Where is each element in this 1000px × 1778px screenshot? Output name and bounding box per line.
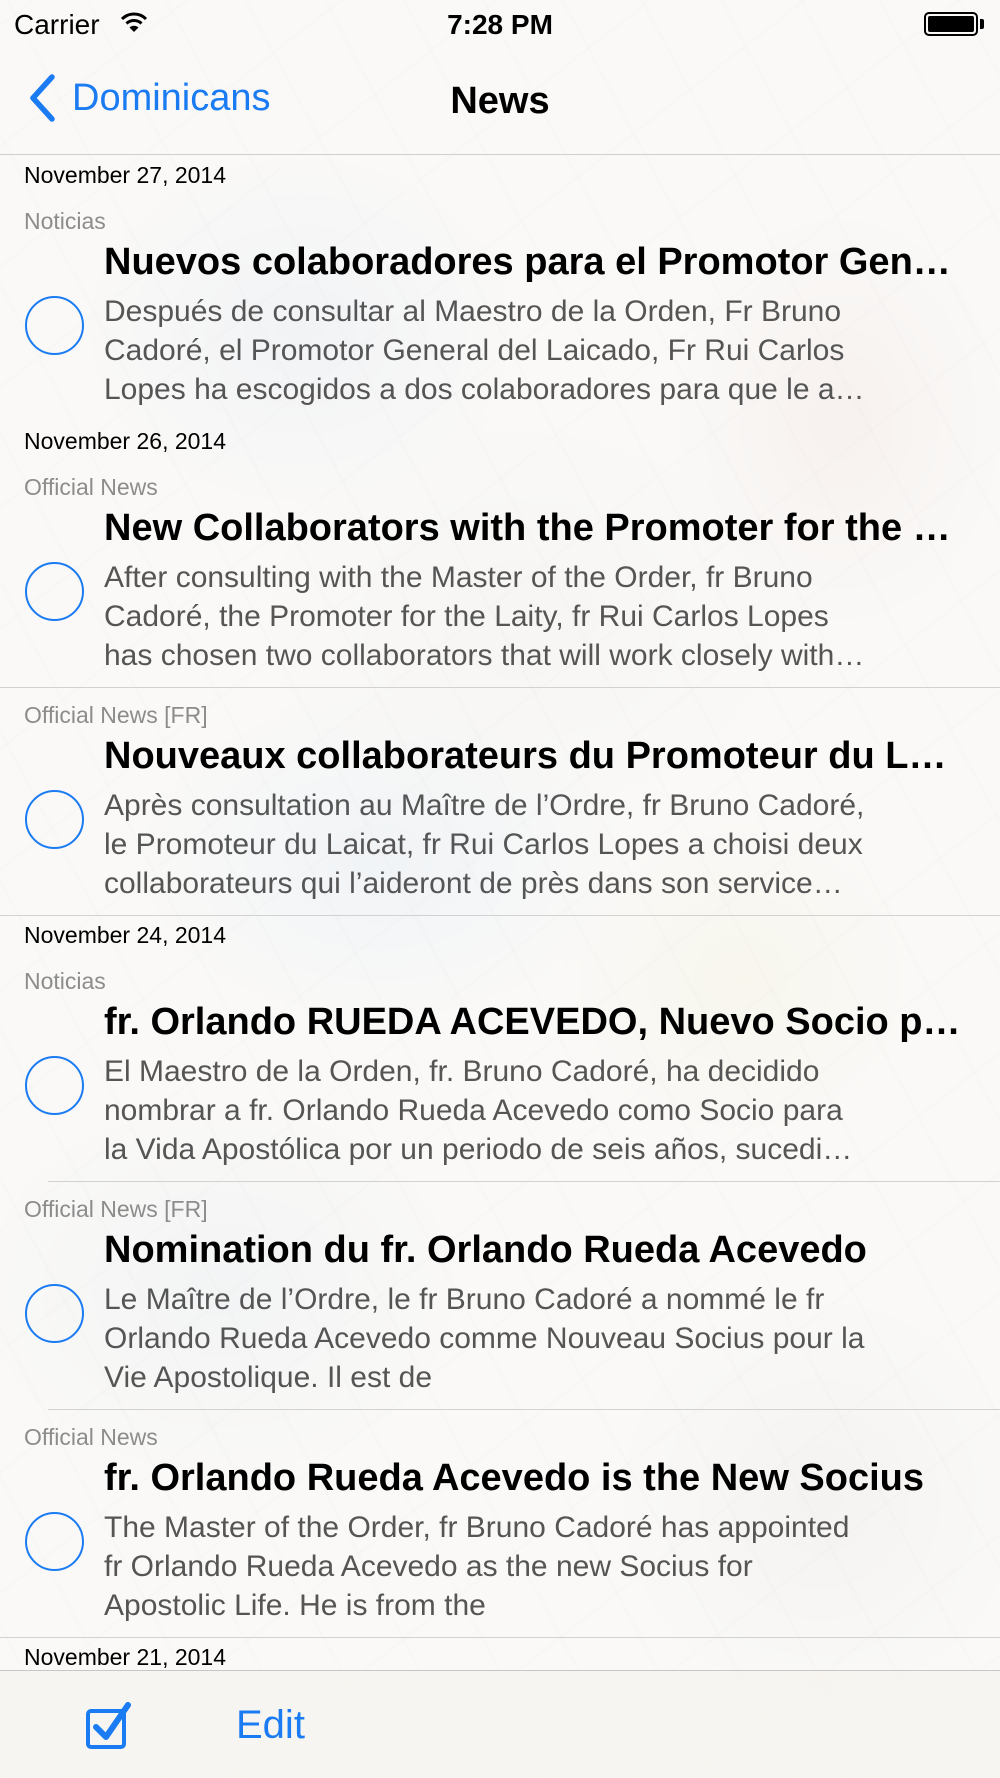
news-headline: fr. Orlando RUEDA ACEVEDO, Nuevo Socio p… bbox=[104, 1001, 966, 1043]
news-source: Official News bbox=[24, 1424, 158, 1450]
summary-line: Apostolic Life. He is from the bbox=[104, 1589, 486, 1622]
news-source: Official News [FR] bbox=[24, 1196, 208, 1222]
news-summary: After consulting with the Master of the … bbox=[104, 558, 966, 675]
summary-line: Cadoré, the Promoter for the Laity, fr R… bbox=[104, 600, 829, 633]
summary-line: Vie Apostolique. Il est de bbox=[104, 1361, 433, 1394]
unread-checkbox[interactable] bbox=[25, 296, 84, 355]
news-headline: Nouveaux collaborateurs du Promoteur du … bbox=[104, 735, 966, 777]
unread-checkbox[interactable] bbox=[25, 1284, 84, 1343]
row-separator bbox=[0, 1637, 1000, 1638]
battery-icon bbox=[924, 12, 984, 36]
edit-button[interactable]: Edit bbox=[236, 1703, 305, 1748]
news-source: Official News bbox=[24, 474, 158, 500]
news-headline: Nomination du fr. Orlando Rueda Acevedo bbox=[104, 1229, 867, 1271]
summary-line: has chosen two collaborators that will w… bbox=[104, 639, 865, 672]
unread-checkbox[interactable] bbox=[25, 790, 84, 849]
checkbox-checked-icon[interactable] bbox=[84, 1701, 134, 1751]
summary-line: Después de consultar al Maestro de la Or… bbox=[104, 295, 842, 328]
status-time: 7:28 PM bbox=[447, 9, 553, 40]
news-item[interactable]: Official News [FR] Nouveaux collaborateu… bbox=[0, 702, 1000, 910]
news-item[interactable]: Noticias fr. Orlando RUEDA ACEVEDO, Nuev… bbox=[0, 968, 1000, 1176]
news-summary: El Maestro de la Orden, fr. Bruno Cadoré… bbox=[104, 1052, 966, 1169]
date-header: November 24, 2014 bbox=[24, 922, 227, 948]
summary-line: Après consultation au Maître de l’Ordre,… bbox=[104, 789, 865, 822]
summary-line: collaborateurs qui l’aideront de près da… bbox=[104, 867, 843, 900]
row-separator bbox=[48, 1181, 1000, 1182]
date-header: November 21, 2014 bbox=[24, 1644, 227, 1670]
news-item[interactable]: Noticias Nuevos colaboradores para el Pr… bbox=[0, 208, 1000, 416]
news-source: Noticias bbox=[24, 208, 106, 234]
unread-checkbox[interactable] bbox=[25, 562, 84, 621]
summary-line: Le Maître de l’Ordre, le fr Bruno Cadoré… bbox=[104, 1283, 825, 1316]
unread-checkbox[interactable] bbox=[25, 1056, 84, 1115]
summary-line: Orlando Rueda Acevedo comme Nouveau Soci… bbox=[104, 1322, 865, 1355]
summary-line: Lopes ha escogidos a dos colaboradores p… bbox=[104, 373, 865, 406]
row-separator bbox=[0, 687, 1000, 688]
summary-line: After consulting with the Master of the … bbox=[104, 561, 813, 594]
date-header: November 27, 2014 bbox=[24, 162, 227, 188]
news-summary: Le Maître de l’Ordre, le fr Bruno Cadoré… bbox=[104, 1280, 966, 1397]
status-bar: Carrier 7:28 PM bbox=[0, 0, 1000, 48]
news-headline: fr. Orlando Rueda Acevedo is the New Soc… bbox=[104, 1457, 925, 1499]
summary-line: fr Orlando Rueda Acevedo as the new Soci… bbox=[104, 1550, 753, 1583]
summary-line: Cadoré, el Promotor General del Laicado,… bbox=[104, 334, 845, 367]
summary-line: le Promoteur du Laicat, fr Rui Carlos Lo… bbox=[104, 828, 863, 861]
page-title: News bbox=[450, 80, 550, 122]
row-separator bbox=[0, 915, 1000, 916]
news-item[interactable]: Official News fr. Orlando Rueda Acevedo … bbox=[0, 1424, 1000, 1632]
news-item[interactable]: Official News [FR] Nomination du fr. Orl… bbox=[0, 1196, 1000, 1404]
news-summary: Après consultation au Maître de l’Ordre,… bbox=[104, 786, 966, 903]
date-header: November 26, 2014 bbox=[24, 428, 227, 454]
navigation-bar: Dominicans News bbox=[0, 48, 1000, 155]
news-source: Noticias bbox=[24, 968, 106, 994]
news-headline: New Collaborators with the Promoter for … bbox=[104, 507, 966, 549]
news-list[interactable]: November 27, 2014 Noticias Nuevos colabo… bbox=[0, 156, 1000, 1670]
summary-line: la Vida Apostólica por un periodo de sei… bbox=[104, 1133, 853, 1166]
summary-line: nombrar a fr. Orlando Rueda Acevedo como… bbox=[104, 1094, 843, 1127]
row-separator bbox=[48, 1409, 1000, 1410]
news-item[interactable]: Official News New Collaborators with the… bbox=[0, 474, 1000, 682]
news-headline: Nuevos colaboradores para el Promotor Ge… bbox=[104, 241, 966, 283]
summary-line: The Master of the Order, fr Bruno Cadoré… bbox=[104, 1511, 850, 1544]
news-source: Official News [FR] bbox=[24, 702, 208, 728]
news-summary: Después de consultar al Maestro de la Or… bbox=[104, 292, 966, 409]
summary-line: El Maestro de la Orden, fr. Bruno Cadoré… bbox=[104, 1055, 820, 1088]
bottom-toolbar: Edit bbox=[0, 1670, 1000, 1778]
news-summary: The Master of the Order, fr Bruno Cadoré… bbox=[104, 1508, 966, 1625]
unread-checkbox[interactable] bbox=[25, 1512, 84, 1571]
